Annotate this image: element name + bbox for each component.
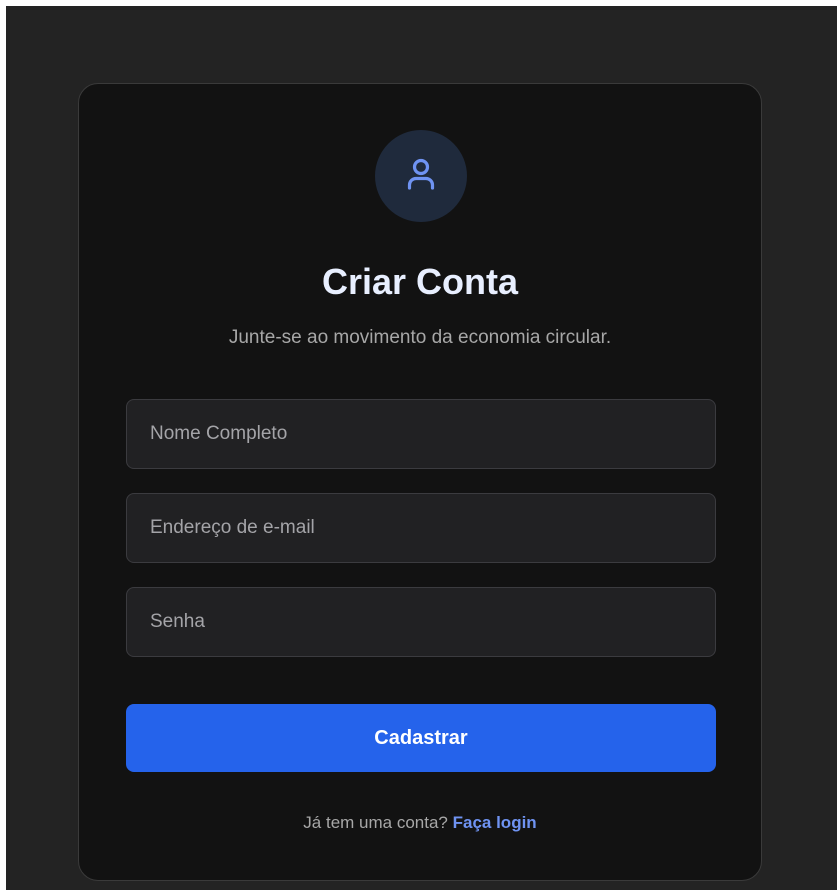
user-icon (407, 158, 435, 190)
login-prompt-text: Já tem uma conta? (303, 813, 448, 832)
email-field[interactable] (126, 493, 716, 563)
page-title: Criar Conta (321, 261, 519, 302)
login-prompt: Já tem uma conta? Faça login (79, 812, 761, 834)
password-field[interactable] (126, 587, 716, 657)
page-background: Criar Conta Junte-se ao movimento da eco… (6, 6, 837, 890)
signup-card: Criar Conta Junte-se ao movimento da eco… (78, 83, 762, 881)
avatar (375, 130, 467, 222)
full-name-field[interactable] (126, 399, 716, 469)
page-subtitle: Junte-se ao movimento da economia circul… (228, 327, 612, 348)
login-link[interactable]: Faça login (453, 813, 537, 832)
register-button[interactable]: Cadastrar (126, 704, 716, 772)
